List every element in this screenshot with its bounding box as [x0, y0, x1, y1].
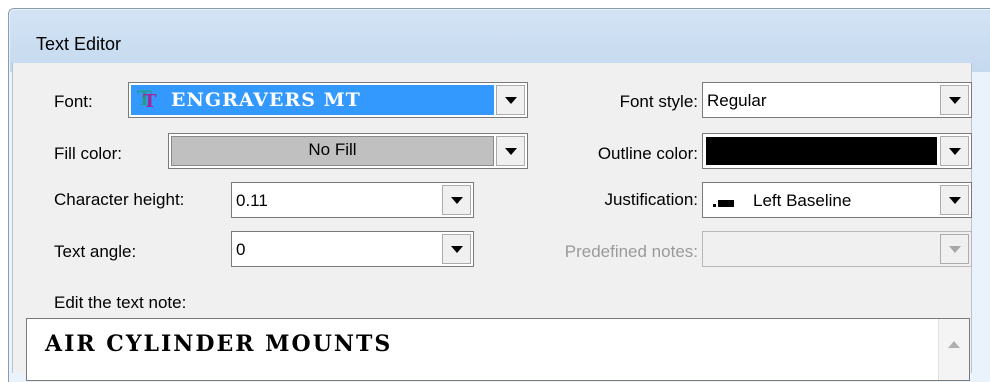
window-title: Text Editor: [36, 34, 122, 54]
text-angle-value: 0: [236, 240, 246, 259]
justification-select[interactable]: Left Baseline: [702, 182, 972, 218]
outline-color-dropdown-button[interactable]: [940, 136, 969, 166]
character-height-select[interactable]: 0.11: [231, 182, 474, 218]
justification-value: Left Baseline: [753, 191, 852, 210]
fill-color-select[interactable]: No Fill: [168, 133, 528, 169]
chevron-down-icon: [504, 147, 517, 155]
font-selected-value: TT ENGRAVERS MT: [131, 85, 494, 115]
chevron-down-icon: [948, 147, 961, 155]
chevron-down-icon: [948, 245, 961, 253]
font-value: ENGRAVERS MT: [171, 89, 361, 111]
character-height-value: 0.11: [236, 191, 268, 210]
left-baseline-icon: [713, 198, 735, 208]
font-style-select[interactable]: Regular: [702, 82, 972, 118]
chevron-down-icon: [450, 245, 463, 253]
fill-color-label: Fill color:: [54, 144, 123, 163]
justification-dropdown-button[interactable]: [940, 185, 969, 215]
edit-text-note-label: Edit the text note:: [54, 293, 187, 312]
predefined-notes-dropdown-button[interactable]: [940, 234, 969, 264]
font-dropdown-button[interactable]: [496, 85, 525, 115]
predefined-notes-label: Predefined notes:: [564, 242, 698, 261]
chevron-down-icon: [948, 96, 961, 104]
predefined-notes-select[interactable]: [702, 231, 972, 267]
text-note-content: AIR CYLINDER MOUNTS: [45, 331, 393, 357]
fill-color-dropdown-button[interactable]: [496, 136, 525, 166]
outline-color-swatch: [706, 137, 937, 165]
scroll-up-icon[interactable]: [948, 341, 960, 348]
truetype-icon: TT: [137, 86, 157, 112]
font-label: Font:: [54, 92, 93, 111]
character-height-label: Character height:: [54, 190, 185, 209]
outline-color-label: Outline color:: [597, 144, 698, 163]
font-style-dropdown-button[interactable]: [940, 85, 969, 115]
outline-color-select[interactable]: [702, 133, 972, 169]
justification-label: Justification:: [604, 190, 698, 209]
chevron-down-icon: [450, 196, 463, 204]
text-angle-dropdown-button[interactable]: [442, 234, 471, 264]
font-style-label: Font style:: [619, 92, 698, 111]
fill-color-swatch: No Fill: [171, 136, 494, 166]
vertical-scrollbar[interactable]: [938, 319, 969, 380]
text-note-textarea[interactable]: AIR CYLINDER MOUNTS: [26, 318, 970, 381]
font-select[interactable]: TT ENGRAVERS MT: [128, 82, 528, 118]
text-angle-label: Text angle:: [54, 242, 137, 261]
character-height-dropdown-button[interactable]: [442, 185, 471, 215]
text-angle-select[interactable]: 0: [231, 231, 474, 267]
chevron-down-icon: [504, 96, 517, 104]
font-style-value: Regular: [707, 91, 767, 110]
chevron-down-icon: [948, 196, 961, 204]
